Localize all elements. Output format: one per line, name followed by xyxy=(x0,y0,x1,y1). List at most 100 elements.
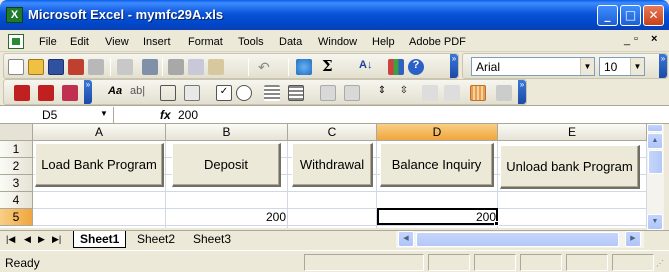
doc-restore-icon[interactable]: ▫ xyxy=(634,33,638,45)
menu-window[interactable]: Window xyxy=(318,36,357,48)
chevron-down-icon[interactable]: ▼ xyxy=(580,58,594,75)
prev-sheet-icon[interactable]: ◀ xyxy=(24,234,31,245)
balance-inquiry-button[interactable]: Balance Inquiry xyxy=(380,143,494,187)
pdf-email-icon[interactable] xyxy=(38,85,54,101)
open-icon[interactable] xyxy=(28,59,44,75)
toolbar-options-chevron[interactable]: » xyxy=(659,54,667,78)
withdrawal-button[interactable]: Withdrawal xyxy=(292,143,373,187)
scroll-right-icon[interactable]: ▶ xyxy=(625,231,641,247)
edit-code-icon[interactable]: ⇳ xyxy=(396,85,412,101)
doc-minimize-icon[interactable]: _ xyxy=(624,34,630,46)
scroll-left-icon[interactable]: ◀ xyxy=(398,231,414,247)
spinner-icon[interactable] xyxy=(344,85,360,101)
font-name-combo[interactable]: Arial ▼ xyxy=(471,57,595,76)
column-header-b[interactable]: B xyxy=(166,124,288,141)
edit-box-icon[interactable]: ab| xyxy=(130,85,146,101)
autosum-icon[interactable]: Σ xyxy=(322,57,338,75)
scroll-bar-icon[interactable] xyxy=(320,85,336,101)
cut-icon[interactable] xyxy=(168,59,184,75)
scroll-up-icon[interactable]: ▲ xyxy=(647,133,663,149)
column-header-d[interactable]: D xyxy=(377,124,498,141)
cell-b5[interactable]: 200 xyxy=(166,210,286,224)
toggle-grid-icon[interactable] xyxy=(422,85,438,101)
row-header-1[interactable]: 1 xyxy=(0,141,33,158)
print-preview-icon[interactable] xyxy=(117,59,133,75)
new-icon[interactable] xyxy=(8,59,24,75)
excel-icon[interactable]: X xyxy=(6,7,23,23)
doc-close-icon[interactable]: × xyxy=(651,33,657,45)
select-all-corner[interactable] xyxy=(0,124,33,141)
menu-tools[interactable]: Tools xyxy=(238,36,264,48)
formula-input[interactable]: 200 xyxy=(178,108,198,122)
pdf-convert-icon[interactable] xyxy=(14,85,30,101)
last-sheet-icon[interactable]: ▶| xyxy=(52,234,61,245)
next-sheet-icon[interactable]: ▶ xyxy=(38,234,45,245)
workbook-icon[interactable] xyxy=(8,34,24,49)
properties-icon[interactable] xyxy=(496,85,512,101)
row-header-2[interactable]: 2 xyxy=(0,158,33,175)
chevron-down-icon[interactable]: ▼ xyxy=(630,58,644,75)
paste-icon[interactable] xyxy=(208,59,224,75)
menu-help[interactable]: Help xyxy=(372,36,395,48)
column-header-c[interactable]: C xyxy=(288,124,377,141)
name-box[interactable]: D5 xyxy=(2,107,114,123)
toolbar-options-chevron[interactable]: » xyxy=(450,54,458,78)
checkbox-icon[interactable]: ✓ xyxy=(216,85,232,101)
pdf-review-icon[interactable] xyxy=(62,85,78,101)
label-icon[interactable]: Aa xyxy=(108,85,124,101)
menu-format[interactable]: Format xyxy=(188,36,223,48)
sort-ascending-icon[interactable]: A↓ xyxy=(359,59,375,75)
menu-data[interactable]: Data xyxy=(279,36,302,48)
undo-icon[interactable]: ↶ xyxy=(258,59,274,75)
font-size-combo[interactable]: 10 ▼ xyxy=(599,57,645,76)
option-button-icon[interactable] xyxy=(236,85,252,101)
toggle-grid-active-icon[interactable] xyxy=(470,85,486,101)
scroll-down-icon[interactable]: ▼ xyxy=(647,214,663,230)
chart-wizard-icon[interactable] xyxy=(388,59,404,75)
help-icon[interactable]: ? xyxy=(408,59,424,75)
menu-edit[interactable]: Edit xyxy=(70,36,89,48)
minimize-button[interactable]: _ xyxy=(597,5,618,26)
list-box-icon[interactable] xyxy=(264,85,280,101)
control-properties-icon[interactable]: ⇕ xyxy=(374,85,390,101)
load-bank-program-button[interactable]: Load Bank Program xyxy=(35,143,164,187)
resize-grip-icon[interactable]: ⋰ xyxy=(656,259,664,268)
row-header-5[interactable]: 5 xyxy=(0,209,33,226)
sheet-tab-sheet1[interactable]: Sheet1 xyxy=(73,231,127,248)
deposit-button[interactable]: Deposit xyxy=(172,143,281,187)
save-icon[interactable] xyxy=(48,59,64,75)
sheet-tab-sheet3[interactable]: Sheet3 xyxy=(187,231,237,248)
fill-handle[interactable] xyxy=(494,221,499,226)
permission-icon[interactable] xyxy=(68,59,84,75)
menu-adobe-pdf[interactable]: Adobe PDF xyxy=(409,36,466,48)
copy-icon[interactable] xyxy=(188,59,204,75)
chevron-down-icon[interactable]: ▼ xyxy=(100,109,108,118)
group-box-icon[interactable] xyxy=(160,85,176,101)
print-icon[interactable] xyxy=(88,59,104,75)
research-icon[interactable] xyxy=(142,59,158,75)
fx-icon[interactable]: fx xyxy=(160,108,171,122)
unload-bank-program-button[interactable]: Unload bank Program xyxy=(500,145,640,189)
toolbar-options-chevron[interactable]: » xyxy=(518,80,526,104)
first-sheet-icon[interactable]: |◀ xyxy=(6,234,15,245)
column-header-e[interactable]: E xyxy=(498,124,647,141)
menu-file[interactable]: File xyxy=(39,36,57,48)
close-button[interactable]: ✕ xyxy=(643,5,664,26)
vertical-scroll-thumb[interactable] xyxy=(648,150,663,174)
worksheet-grid[interactable]: A B C D E 1 2 3 4 5 Load Bank Program De… xyxy=(0,124,647,228)
menu-insert[interactable]: Insert xyxy=(143,36,171,48)
column-header-a[interactable]: A xyxy=(33,124,166,141)
button-icon[interactable] xyxy=(184,85,200,101)
run-dialog-icon[interactable] xyxy=(444,85,460,101)
horizontal-scroll-thumb[interactable] xyxy=(416,232,619,247)
split-box[interactable] xyxy=(647,124,663,132)
vertical-scrollbar[interactable]: ▲ ▼ xyxy=(647,124,664,230)
horizontal-scrollbar[interactable]: ◀ ▶ xyxy=(396,231,644,248)
toolbar-options-chevron[interactable]: » xyxy=(84,80,92,104)
maximize-button[interactable]: □ xyxy=(620,5,641,26)
row-header-3[interactable]: 3 xyxy=(0,175,33,192)
menu-view[interactable]: View xyxy=(105,36,129,48)
combo-box-icon[interactable] xyxy=(288,85,304,101)
row-header-4[interactable]: 4 xyxy=(0,192,33,209)
hyperlink-icon[interactable] xyxy=(296,59,312,75)
